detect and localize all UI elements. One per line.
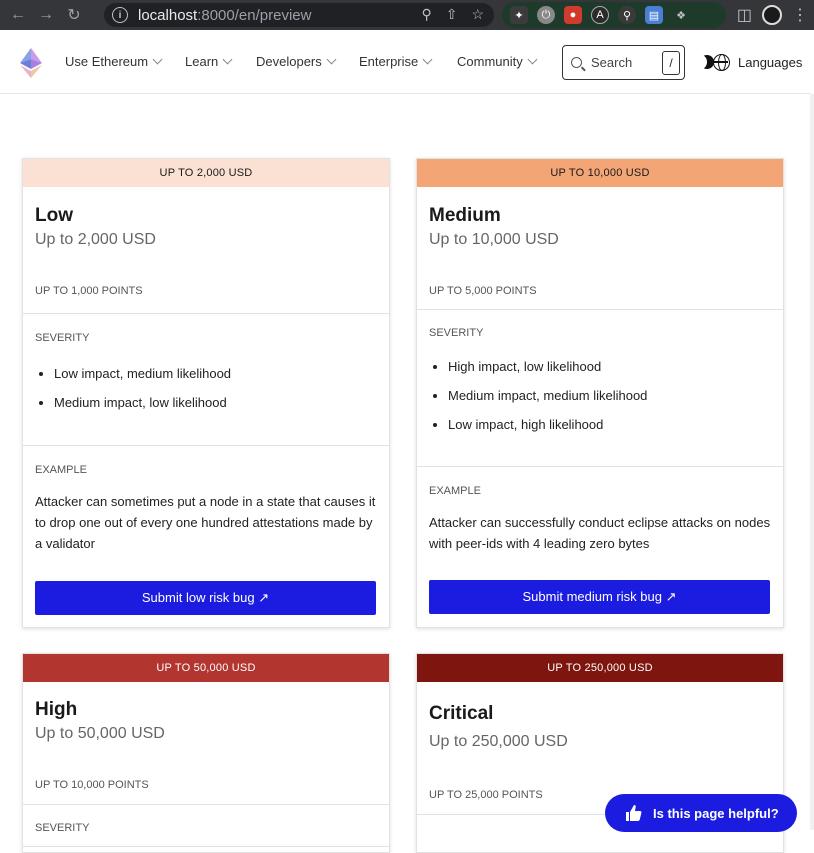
chevron-down-icon <box>326 54 337 65</box>
card-title: Low <box>35 205 73 226</box>
bounty-card-medium: UP TO 10,000 USD Medium Up to 10,000 USD… <box>416 158 784 628</box>
severity-label: SEVERITY <box>429 327 484 339</box>
compass-extension-icon[interactable]: ⚲ <box>618 6 636 24</box>
card-band: UP TO 250,000 USD <box>417 654 783 682</box>
site-info-icon[interactable]: i <box>112 7 128 23</box>
severity-item: Low impact, medium likelihood <box>54 366 377 381</box>
search-icon <box>571 57 582 68</box>
card-band: UP TO 10,000 USD <box>417 159 783 187</box>
example-label: EXAMPLE <box>429 485 481 497</box>
card-points: UP TO 5,000 POINTS <box>429 285 537 297</box>
card-subtitle: Up to 50,000 USD <box>35 725 165 742</box>
severity-item: Low impact, high likelihood <box>448 417 771 432</box>
example-text: Attacker can successfully conduct eclips… <box>429 515 771 551</box>
nav-community[interactable]: Community <box>457 54 538 69</box>
card-title: High <box>35 699 78 720</box>
nav-learn[interactable]: Learn <box>185 54 233 69</box>
card-band: UP TO 50,000 USD <box>23 654 389 682</box>
browser-toolbar: ← → ↻ i localhost:8000/en/preview ⚲ ⇧ ☆ … <box>0 0 814 30</box>
globe-icon[interactable] <box>713 54 730 71</box>
helpful-label: Is this page helpful? <box>653 805 779 821</box>
severity-item: Medium impact, medium likelihood <box>448 388 771 403</box>
search-label: Search <box>591 55 633 70</box>
severity-label: SEVERITY <box>35 822 90 834</box>
submit-low-risk-bug-button[interactable]: Submit low risk bug ↗ <box>35 581 376 615</box>
card-band: UP TO 2,000 USD <box>23 159 389 187</box>
extensions-bar: ✦ ⏻ ● A ⚲ ▤ ❖ <box>502 2 726 28</box>
page-helpful-button[interactable]: Is this page helpful? <box>605 794 797 832</box>
card-points: UP TO 1,000 POINTS <box>35 285 143 297</box>
chevron-down-icon <box>422 54 433 65</box>
card-title: Critical <box>429 703 494 724</box>
page-scrollbar[interactable] <box>810 94 814 830</box>
card-subtitle: Up to 10,000 USD <box>429 231 559 248</box>
zoom-icon[interactable]: ⚲ <box>421 6 431 23</box>
search-button[interactable]: Search / <box>562 45 685 80</box>
sidebar-icon[interactable]: ◫ <box>737 5 752 25</box>
bounty-card-low: UP TO 2,000 USD Low Up to 2,000 USD UP T… <box>22 158 390 628</box>
url-text: localhost:8000/en/preview <box>138 6 312 24</box>
address-bar[interactable]: i localhost:8000/en/preview ⚲ ⇧ ☆ <box>104 3 494 27</box>
puzzle-extensions-icon[interactable]: ❖ <box>672 6 690 24</box>
severity-item: Medium impact, low likelihood <box>54 395 377 410</box>
card-subtitle: Up to 250,000 USD <box>429 733 568 750</box>
chevron-down-icon <box>222 54 233 65</box>
example-text: Attacker can sometimes put a node in a s… <box>35 494 376 551</box>
nav-developers[interactable]: Developers <box>256 54 337 69</box>
submit-medium-risk-bug-button[interactable]: Submit medium risk bug ↗ <box>429 580 770 614</box>
menu-kebab-icon[interactable]: ⋮ <box>792 5 808 25</box>
severity-item: High impact, low likelihood <box>448 359 771 374</box>
example-label: EXAMPLE <box>35 464 87 476</box>
card-title: Medium <box>429 205 501 226</box>
share-icon[interactable]: ⇧ <box>446 6 458 23</box>
languages-button[interactable]: Languages <box>738 55 802 70</box>
nav-enterprise[interactable]: Enterprise <box>359 54 433 69</box>
ethereum-logo[interactable] <box>20 48 42 78</box>
eyedropper-extension-icon[interactable]: ✦ <box>510 6 528 24</box>
severity-label: SEVERITY <box>35 332 90 344</box>
reload-icon[interactable]: ↻ <box>60 0 88 30</box>
document-extension-icon[interactable]: ▤ <box>645 6 663 24</box>
card-subtitle: Up to 2,000 USD <box>35 231 156 248</box>
card-points: UP TO 10,000 POINTS <box>35 779 149 791</box>
dark-mode-toggle-icon[interactable] <box>695 55 714 69</box>
thumbs-up-down-icon <box>626 805 642 821</box>
nav-use-ethereum[interactable]: Use Ethereum <box>65 54 163 69</box>
site-header: Use Ethereum Learn Developers Enterprise… <box>0 30 810 94</box>
power-extension-icon[interactable]: ⏻ <box>537 6 555 24</box>
bounty-card-high: UP TO 50,000 USD High Up to 50,000 USD U… <box>22 653 390 853</box>
forward-icon[interactable]: → <box>32 0 60 30</box>
chevron-down-icon <box>527 54 538 65</box>
chevron-down-icon <box>152 54 163 65</box>
search-shortcut-key: / <box>662 51 680 75</box>
a-extension-icon[interactable]: A <box>591 6 609 24</box>
back-icon[interactable]: ← <box>4 0 32 30</box>
bookmark-star-icon[interactable]: ☆ <box>471 6 484 23</box>
red-extension-icon[interactable]: ● <box>564 6 582 24</box>
profile-avatar[interactable] <box>762 5 782 25</box>
